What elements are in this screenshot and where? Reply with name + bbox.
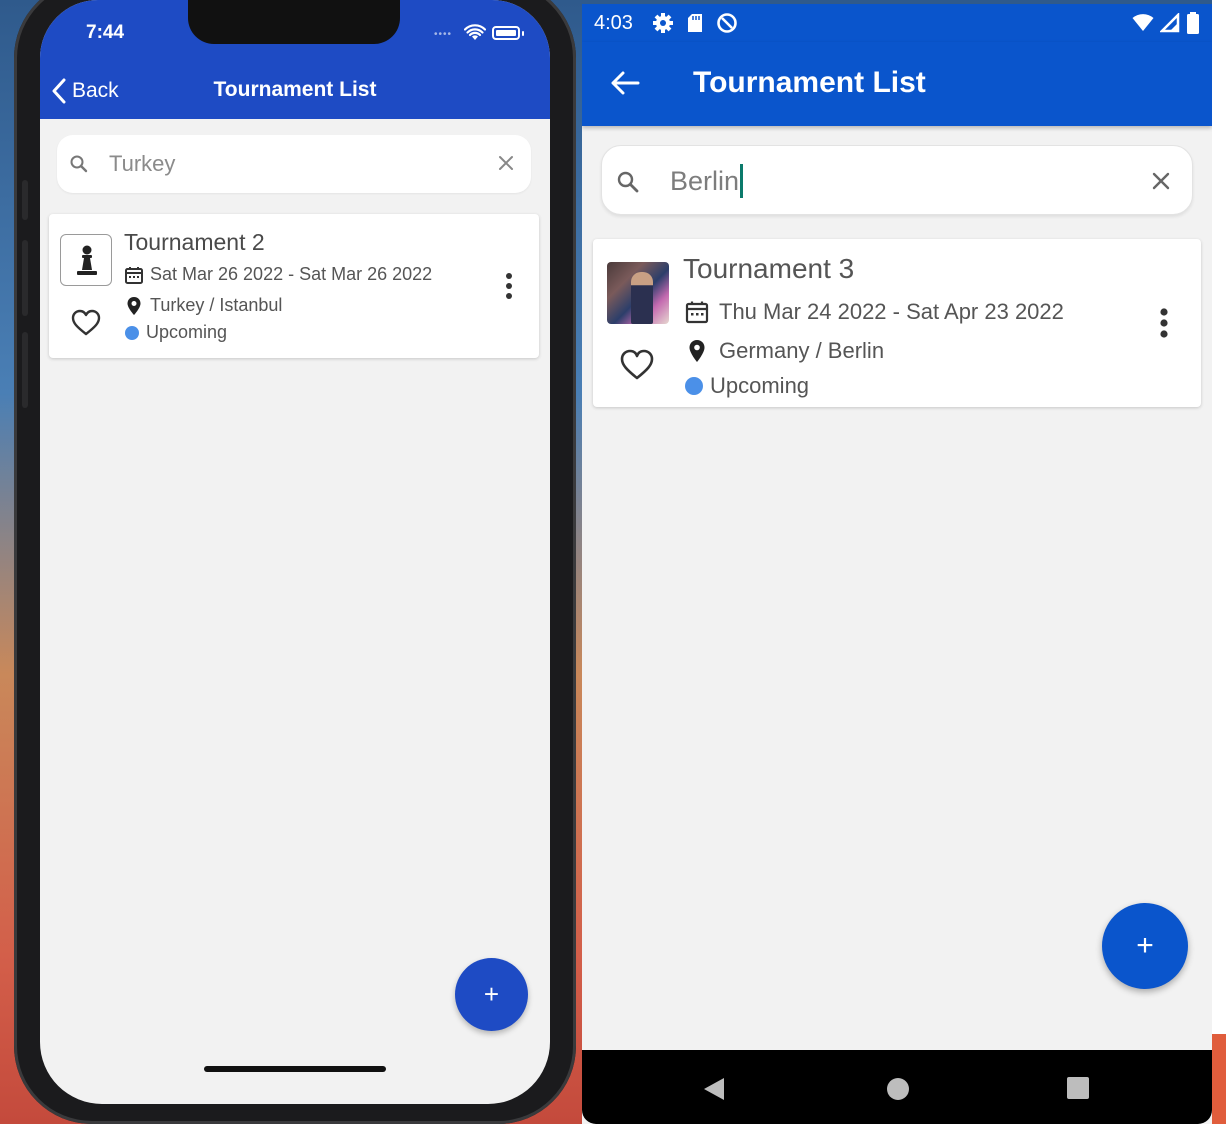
more-vert-icon[interactable] — [1159, 307, 1169, 339]
location: Turkey / Istanbul — [150, 295, 283, 315]
battery-icon — [492, 26, 520, 40]
tournament-title: Tournament 3 — [683, 253, 855, 284]
ios-status-icons: •••• — [434, 22, 534, 42]
page-title: Tournament List — [213, 78, 377, 101]
more-vert-icon[interactable] — [505, 272, 513, 300]
search-bar[interactable]: Turkey — [57, 135, 531, 193]
home-nav-icon[interactable] — [885, 1076, 911, 1102]
text-cursor — [740, 164, 744, 198]
android-status-time: 4:03 — [594, 12, 633, 34]
calendar-icon — [685, 301, 709, 324]
android-screen: 4:03 Tournament List Berlin Tournament 3… — [582, 4, 1212, 1124]
add-tournament-button[interactable]: + — [455, 958, 528, 1031]
status-dot-icon — [125, 325, 139, 340]
search-icon — [617, 171, 639, 193]
iphone-device: 7:44 •••• Back Tournament List Turkey To… — [14, 0, 576, 1124]
back-nav-icon[interactable] — [702, 1076, 726, 1102]
signal-icon — [1160, 13, 1180, 33]
page-title: Tournament List — [693, 66, 926, 99]
wifi-icon — [464, 24, 486, 40]
heart-icon[interactable] — [71, 309, 101, 337]
recents-nav-icon[interactable] — [1066, 1076, 1090, 1100]
home-indicator[interactable] — [204, 1066, 386, 1072]
location-row: Turkey / Istanbul — [124, 295, 282, 316]
tournament-card[interactable]: Tournament 2 Sat Mar 26 2022 - Sat Mar 2… — [49, 214, 539, 358]
desktop-edge — [1212, 0, 1226, 1034]
desktop-edge-bottom — [1212, 1034, 1226, 1124]
do-not-disturb-icon — [717, 13, 737, 33]
sd-card-icon — [688, 14, 702, 32]
location-row: Germany / Berlin — [685, 338, 884, 364]
search-field[interactable]: Berlin — [670, 164, 744, 198]
arrow-back-icon[interactable] — [610, 70, 640, 96]
ios-status-time: 7:44 — [86, 22, 125, 43]
status-badge: Upcoming — [146, 322, 228, 342]
android-nav-bar — [582, 1050, 1212, 1124]
close-icon[interactable] — [497, 154, 515, 172]
calendar-icon — [125, 266, 143, 284]
signal-dots-icon: •••• — [434, 29, 453, 40]
location-pin-icon — [689, 340, 705, 362]
tournament-thumbnail — [607, 262, 669, 324]
battery-icon — [1187, 12, 1199, 34]
chess-pawn-icon — [77, 245, 97, 275]
battery-tip — [522, 31, 524, 36]
wifi-icon — [1132, 14, 1154, 31]
tournament-card[interactable]: Tournament 3 Thu Mar 24 2022 - Sat Apr 2… — [593, 239, 1201, 407]
photo-person — [631, 272, 653, 324]
date-range: Sat Mar 26 2022 - Sat Mar 26 2022 — [150, 264, 433, 284]
status-icons-right — [1132, 12, 1200, 34]
status-row: Upcoming — [685, 373, 809, 399]
status-dot-icon — [685, 377, 703, 395]
ios-screen: 7:44 •••• Back Tournament List Turkey To… — [40, 0, 550, 1104]
android-app-bar: Tournament List — [582, 42, 1212, 126]
tournament-thumbnail — [60, 234, 112, 286]
add-tournament-button[interactable]: + — [1102, 903, 1188, 989]
android-status-bar: 4:03 — [582, 4, 1212, 42]
date-range: Thu Mar 24 2022 - Sat Apr 23 2022 — [719, 299, 1064, 324]
status-badge: Upcoming — [710, 373, 810, 398]
search-icon — [70, 155, 88, 173]
status-row: Upcoming — [124, 322, 227, 343]
date-row: Thu Mar 24 2022 - Sat Apr 23 2022 — [685, 299, 1064, 325]
location-pin-icon — [127, 296, 141, 315]
volume-down-button — [22, 332, 28, 408]
search-bar[interactable]: Berlin — [601, 145, 1193, 215]
search-input[interactable]: Turkey — [109, 151, 175, 177]
status-icons-left — [652, 12, 738, 34]
ios-header: 7:44 •••• Back Tournament List — [40, 0, 550, 119]
settings-icon — [653, 13, 673, 33]
mute-switch — [22, 180, 28, 220]
volume-up-button — [22, 240, 28, 316]
location: Germany / Berlin — [719, 338, 885, 363]
search-input[interactable]: Berlin — [670, 166, 739, 197]
heart-icon[interactable] — [620, 349, 654, 381]
date-row: Sat Mar 26 2022 - Sat Mar 26 2022 — [124, 264, 432, 285]
tournament-title: Tournament 2 — [124, 229, 265, 255]
close-icon[interactable] — [1150, 170, 1172, 192]
ios-notch — [188, 0, 400, 44]
